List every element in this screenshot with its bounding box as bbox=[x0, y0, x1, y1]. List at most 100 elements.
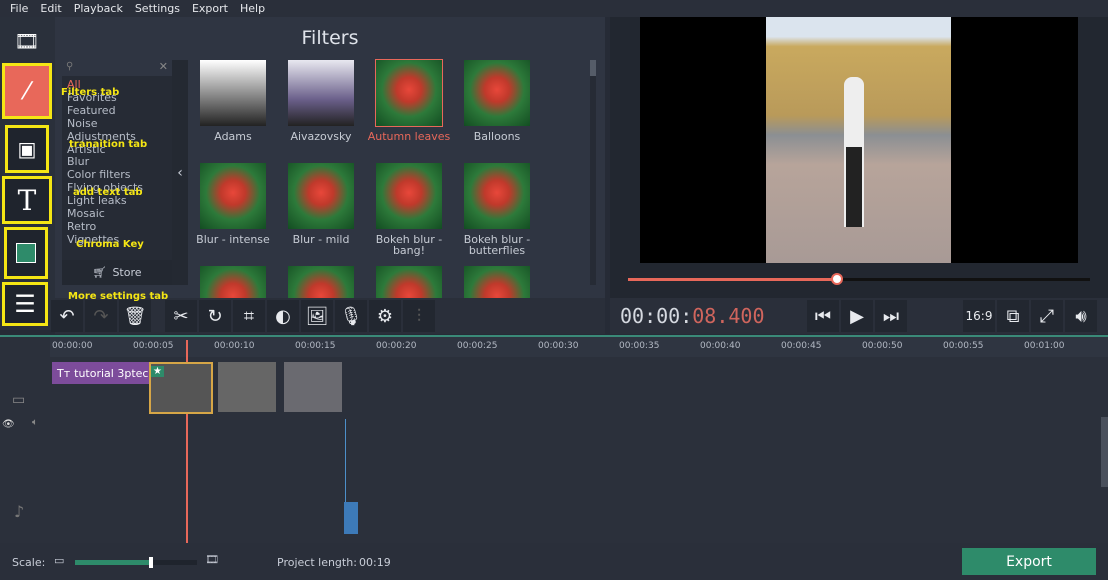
filter-thumbnail[interactable] bbox=[200, 60, 266, 126]
detach-player-button[interactable]: ⧉ bbox=[997, 300, 1029, 332]
contrast-icon: ◐ bbox=[275, 305, 291, 327]
volume-icon: 🔊︎ bbox=[1075, 305, 1087, 327]
menu-file[interactable]: File bbox=[4, 0, 34, 17]
menu-playback[interactable]: Playback bbox=[68, 0, 129, 17]
filters-tab[interactable]: ⁄ bbox=[2, 63, 52, 119]
filter-thumbnail[interactable] bbox=[376, 163, 442, 229]
crop-button[interactable]: ⌗ bbox=[233, 300, 265, 332]
skip-forward-icon: ⏭︎ bbox=[882, 305, 900, 327]
annotation-transition: tranaition tab bbox=[69, 139, 148, 150]
image-icon: 🖼︎ bbox=[305, 305, 329, 327]
filter-thumbnail[interactable] bbox=[200, 163, 266, 229]
volume-button[interactable]: 🔊︎ bbox=[1065, 300, 1097, 332]
equalizer-button[interactable]: ⫶ bbox=[403, 300, 435, 332]
zoom-in-icon[interactable]: 🎞︎ bbox=[205, 553, 219, 566]
search-icon: ⚲ bbox=[66, 61, 74, 72]
transitions-tab[interactable]: ▣ bbox=[5, 125, 49, 173]
redo-icon: ↷ bbox=[93, 305, 109, 327]
titles-tab[interactable]: T bbox=[2, 176, 52, 224]
playback-handle[interactable] bbox=[831, 273, 844, 285]
clip-properties-button[interactable]: ⚙ bbox=[369, 300, 401, 332]
store-button[interactable]: 🛒︎ Store bbox=[62, 260, 172, 285]
zoom-out-icon[interactable]: ▭ bbox=[54, 554, 64, 567]
category-item[interactable]: Blur bbox=[67, 155, 89, 168]
chroma-key-icon bbox=[16, 243, 36, 263]
category-item[interactable]: Retro bbox=[67, 220, 96, 233]
filters-panel: Filters ⚲ ✕ All Favorites Featured Noise Adju… bbox=[55, 17, 605, 332]
title-clip[interactable]: Tт tutorial 3ptec bbox=[52, 362, 150, 384]
ruler-tick-label: 00:00:25 bbox=[457, 341, 498, 351]
menu-export[interactable]: Export bbox=[186, 0, 234, 17]
preview-panel bbox=[610, 17, 1108, 298]
fullscreen-button[interactable]: ⤢ bbox=[1031, 300, 1063, 332]
chroma-key-tab[interactable] bbox=[4, 227, 48, 279]
tool-sidebar: ⁄ 🎞︎ ▣ T ☰ bbox=[0, 17, 55, 330]
text-clip-icon: Tт bbox=[57, 366, 71, 380]
redo-button[interactable]: ↷ bbox=[85, 300, 117, 332]
video-clip[interactable]: ★ bbox=[149, 362, 213, 414]
filter-thumbnail[interactable] bbox=[375, 59, 443, 127]
ruler-tick-label: 00:00:55 bbox=[943, 341, 984, 351]
transition-icon: ▣ bbox=[17, 137, 37, 161]
menu-settings[interactable]: Settings bbox=[129, 0, 186, 17]
filter-thumbnail[interactable] bbox=[288, 60, 354, 126]
ruler-tick-label: 00:00:30 bbox=[538, 341, 579, 351]
timeline-scrollbar[interactable] bbox=[1101, 417, 1108, 487]
menu-edit[interactable]: Edit bbox=[34, 0, 67, 17]
image-button[interactable]: 🖼︎ bbox=[301, 300, 333, 332]
scale-label: Scale: bbox=[12, 556, 46, 569]
export-button[interactable]: Export bbox=[962, 548, 1096, 575]
delete-button[interactable]: 🗑︎ bbox=[119, 300, 151, 332]
list-icon: ☰ bbox=[14, 290, 36, 318]
ruler-tick-label: 00:00:40 bbox=[700, 341, 741, 351]
category-item[interactable]: Mosaic bbox=[67, 207, 105, 220]
magic-wand-icon: ⁄ bbox=[24, 77, 29, 105]
video-clip[interactable] bbox=[284, 362, 342, 412]
filter-thumbnail[interactable] bbox=[464, 163, 530, 229]
crop-icon: ⌗ bbox=[243, 305, 255, 327]
scrollbar[interactable] bbox=[590, 60, 596, 285]
aspect-ratio-button[interactable]: 16:9 bbox=[963, 300, 995, 332]
play-button[interactable]: ▶ bbox=[841, 300, 873, 332]
ruler-tick-label: 00:01:00 bbox=[1024, 341, 1065, 351]
filter-label: Blur - intense bbox=[196, 233, 270, 246]
next-button[interactable]: ⏭︎ bbox=[875, 300, 907, 332]
filter-label: Bokeh blur - butterflies bbox=[463, 233, 531, 257]
rotate-button[interactable]: ↻ bbox=[199, 300, 231, 332]
category-item[interactable]: Color filters bbox=[67, 168, 131, 181]
annotation-filters: Filters tab bbox=[61, 87, 120, 98]
category-item[interactable]: Noise bbox=[67, 117, 98, 130]
color-adjust-button[interactable]: ◐ bbox=[267, 300, 299, 332]
filter-thumbnail[interactable] bbox=[464, 60, 530, 126]
menu-bar: File Edit Playback Settings Export Help bbox=[0, 0, 1108, 17]
scale-handle[interactable] bbox=[149, 557, 154, 568]
undo-button[interactable]: ↶ bbox=[51, 300, 83, 332]
mute-icon[interactable]: 🔈︎ bbox=[32, 417, 38, 428]
filter-label: Autumn leaves bbox=[367, 130, 451, 143]
time-ruler[interactable]: 00:00:00 00:00:05 00:00:10 00:00:15 00:00:20… bbox=[50, 337, 1108, 357]
scale-slider[interactable] bbox=[75, 557, 197, 568]
menu-help[interactable]: Help bbox=[234, 0, 271, 17]
eye-icon[interactable]: 👁︎ bbox=[2, 419, 15, 430]
previous-button[interactable]: ⏮︎ bbox=[807, 300, 839, 332]
audio-clip[interactable] bbox=[344, 502, 358, 534]
cut-button[interactable]: ✂ bbox=[165, 300, 197, 332]
record-voice-button[interactable]: 🎙︎ bbox=[335, 300, 367, 332]
skip-back-icon: ⏮︎ bbox=[814, 305, 832, 327]
annotation-more: More settings tab bbox=[68, 291, 169, 302]
trash-icon: 🗑︎ bbox=[123, 305, 147, 327]
text-icon: T bbox=[17, 183, 37, 217]
more-settings-tab[interactable]: ☰ bbox=[2, 282, 48, 326]
import-tab[interactable]: 🎞︎ bbox=[2, 25, 52, 57]
video-clip[interactable] bbox=[218, 362, 276, 412]
collapse-button[interactable]: ‹ bbox=[172, 60, 188, 285]
project-length-value: 00:19 bbox=[359, 556, 391, 569]
clear-icon[interactable]: ✕ bbox=[159, 60, 168, 73]
category-item[interactable]: Featured bbox=[67, 104, 116, 117]
video-track-icon: ▭ bbox=[12, 392, 26, 408]
search-input[interactable]: ⚲ ✕ bbox=[62, 60, 172, 76]
filter-thumbnail[interactable] bbox=[288, 163, 354, 229]
playback-slider[interactable] bbox=[628, 273, 1090, 285]
chevron-left-icon: ‹ bbox=[177, 164, 183, 181]
scissors-icon: ✂ bbox=[173, 305, 189, 327]
